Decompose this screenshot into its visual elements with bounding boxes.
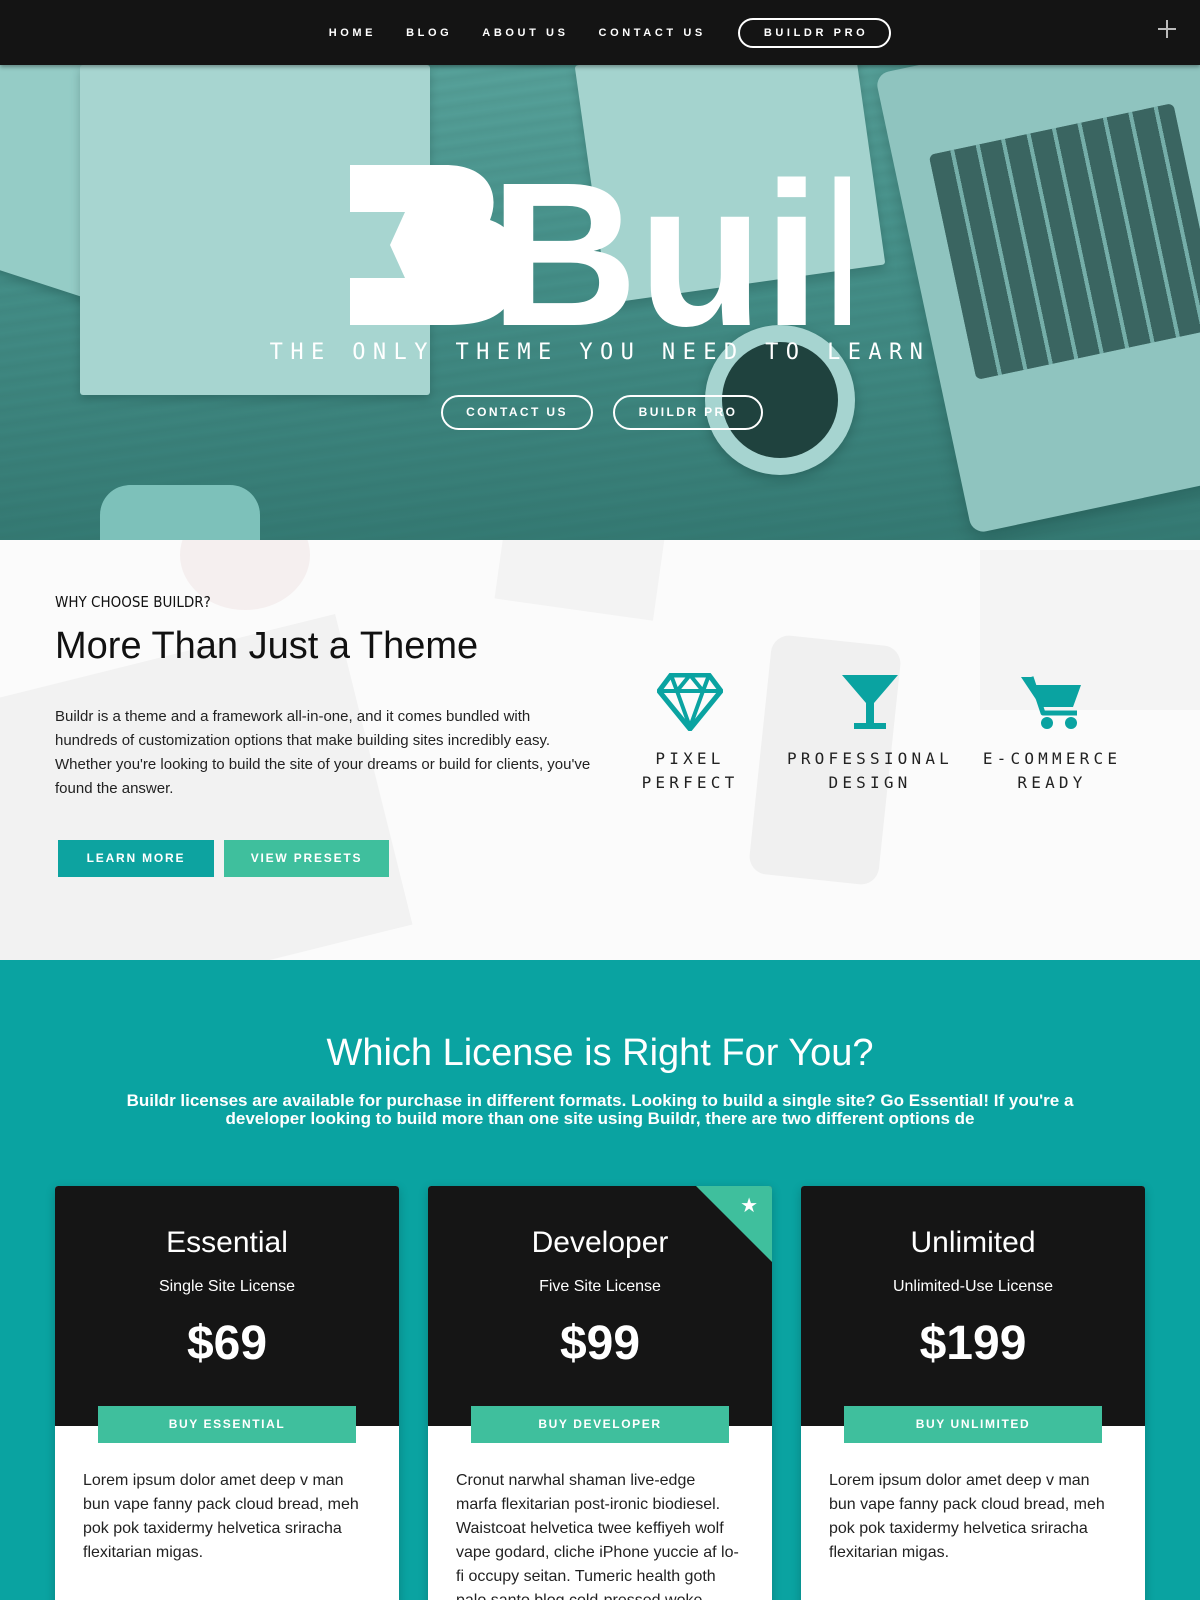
hero-buttons: CONTACT US BUILDR PRO: [0, 395, 1200, 430]
plan-price: $199: [919, 1317, 1027, 1370]
plan-description: Cronut narwhal shaman live-edge marfa fl…: [456, 1472, 739, 1600]
plan-price: $99: [559, 1317, 641, 1370]
buildr-logo: Buildr: [350, 160, 850, 330]
hero-contact-us-button[interactable]: CONTACT US: [441, 395, 593, 430]
feature-label-line2: DESIGN: [828, 773, 912, 792]
top-nav: HOME BLOG ABOUT US CONTACT US BUILDR PRO: [0, 0, 1200, 65]
cocktail-icon: [842, 675, 898, 729]
hero-section: Buildr THE ONLY THEME YOU NEED TO LEARN …: [0, 65, 1200, 540]
pricing-card-developer: Developer Five Site License $99 ★ BUY DE…: [428, 1186, 772, 1600]
logo-wordmark: Buildr: [490, 160, 850, 330]
why-title: More Than Just a Theme: [55, 625, 479, 667]
feature-label-line1: PIXEL: [655, 749, 725, 768]
feature-professional-design: PROFESSIONAL DESIGN: [780, 673, 960, 795]
why-eyebrow: WHY CHOOSE BUILDR?: [55, 593, 211, 611]
nav-contact-us[interactable]: CONTACT US: [599, 27, 706, 39]
plan-price: $69: [186, 1317, 268, 1370]
nav-home[interactable]: HOME: [329, 27, 376, 39]
plan-description: Lorem ipsum dolor amet deep v man bun va…: [83, 1472, 359, 1561]
learn-more-button[interactable]: LEARN MORE: [58, 840, 214, 877]
feature-label-line2: READY: [1017, 773, 1087, 792]
plan-subtitle: Single Site License: [158, 1278, 296, 1295]
plan-name: Unlimited: [910, 1226, 1036, 1259]
buy-developer-button[interactable]: BUY DEVELOPER: [471, 1406, 729, 1443]
feature-label-line2: PERFECT: [641, 773, 739, 792]
cart-icon: [1021, 676, 1081, 729]
feature-ecommerce-ready: E-COMMERCE READY: [962, 673, 1142, 795]
pricing-card-unlimited: Unlimited Unlimited-Use License $199 BUY…: [801, 1186, 1145, 1600]
why-body: Buildr is a theme and a framework all-in…: [55, 708, 591, 797]
plus-icon[interactable]: [1154, 16, 1180, 42]
star-icon: ★: [740, 1195, 758, 1217]
pricing-title: Which License is Right For You?: [326, 1032, 874, 1074]
diamond-icon: [657, 673, 723, 731]
feature-pixel-perfect: PIXEL PERFECT: [600, 673, 780, 795]
pricing-subtitle: Buildr licenses are available for purcha…: [126, 1091, 1074, 1128]
hero-buildr-pro-button[interactable]: BUILDR PRO: [613, 395, 763, 430]
buy-unlimited-button[interactable]: BUY UNLIMITED: [844, 1406, 1102, 1443]
feature-label-line1: PROFESSIONAL: [787, 749, 953, 768]
plan-subtitle: Unlimited-Use License: [892, 1278, 1054, 1295]
nav-blog[interactable]: BLOG: [406, 27, 452, 39]
plan-description: Lorem ipsum dolor amet deep v man bun va…: [829, 1472, 1105, 1561]
why-section: WHY CHOOSE BUILDR? More Than Just a Them…: [0, 540, 1200, 960]
plan-name: Essential: [166, 1226, 288, 1259]
nav-buildr-pro-button[interactable]: BUILDR PRO: [737, 17, 892, 48]
hero-tagline: THE ONLY THEME YOU NEED TO LEARN: [269, 340, 931, 365]
view-presets-button[interactable]: VIEW PRESETS: [224, 840, 389, 877]
pricing-section: Which License is Right For You? Buildr l…: [0, 960, 1200, 1600]
feature-label-line1: E-COMMERCE: [982, 749, 1122, 768]
featured-ribbon: [696, 1186, 772, 1262]
nav-about-us[interactable]: ABOUT US: [482, 27, 568, 39]
buy-essential-button[interactable]: BUY ESSENTIAL: [98, 1406, 356, 1443]
pricing-card-essential: Essential Single Site License $69 BUY ES…: [55, 1186, 399, 1600]
why-buttons: LEARN MORE VIEW PRESETS: [58, 840, 389, 877]
nav-links: HOME BLOG ABOUT US CONTACT US BUILDR PRO: [0, 0, 1200, 65]
plan-subtitle: Five Site License: [539, 1278, 661, 1295]
